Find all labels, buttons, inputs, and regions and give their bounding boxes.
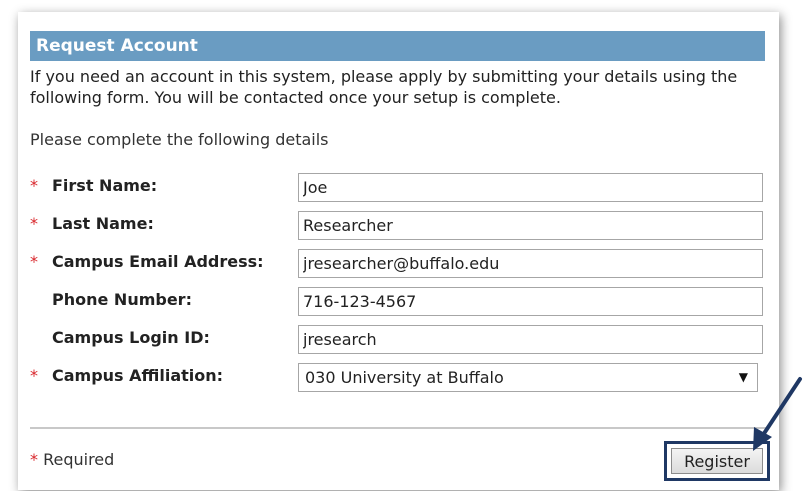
login-id-row: Campus Login ID:: [30, 325, 770, 355]
first-name-row: * First Name:: [30, 173, 770, 203]
affiliation-selected-value: 030 University at Buffalo: [305, 368, 504, 387]
last-name-row: * Last Name:: [30, 211, 770, 241]
email-row: * Campus Email Address:: [30, 249, 770, 279]
email-input[interactable]: [298, 249, 763, 278]
required-note-text: Required: [43, 450, 115, 469]
phone-row: Phone Number:: [30, 287, 770, 317]
login-id-input[interactable]: [298, 325, 763, 354]
email-label: Campus Email Address:: [52, 252, 264, 271]
affiliation-row: * Campus Affiliation: 030 University at …: [30, 363, 770, 393]
affiliation-select[interactable]: 030 University at Buffalo ▼: [298, 363, 758, 392]
last-name-input[interactable]: [298, 211, 763, 240]
first-name-label: First Name:: [52, 176, 158, 195]
first-name-input[interactable]: [298, 173, 763, 202]
required-note: * Required: [30, 450, 114, 469]
login-id-label: Campus Login ID:: [52, 328, 210, 347]
required-star: *: [30, 214, 38, 233]
divider: [30, 427, 768, 429]
affiliation-label: Campus Affiliation:: [52, 366, 224, 385]
required-star: *: [30, 450, 38, 469]
phone-label: Phone Number:: [52, 290, 192, 309]
intro-text: If you need an account in this system, p…: [30, 67, 738, 107]
required-star: *: [30, 252, 38, 271]
required-star: *: [30, 176, 38, 195]
required-star: *: [30, 366, 38, 385]
phone-input[interactable]: [298, 287, 763, 316]
arrow-annotation-icon: [753, 377, 802, 451]
last-name-label: Last Name:: [52, 214, 154, 233]
panel-title: Request Account: [30, 31, 765, 61]
form-subtitle: Please complete the following details: [30, 130, 329, 149]
